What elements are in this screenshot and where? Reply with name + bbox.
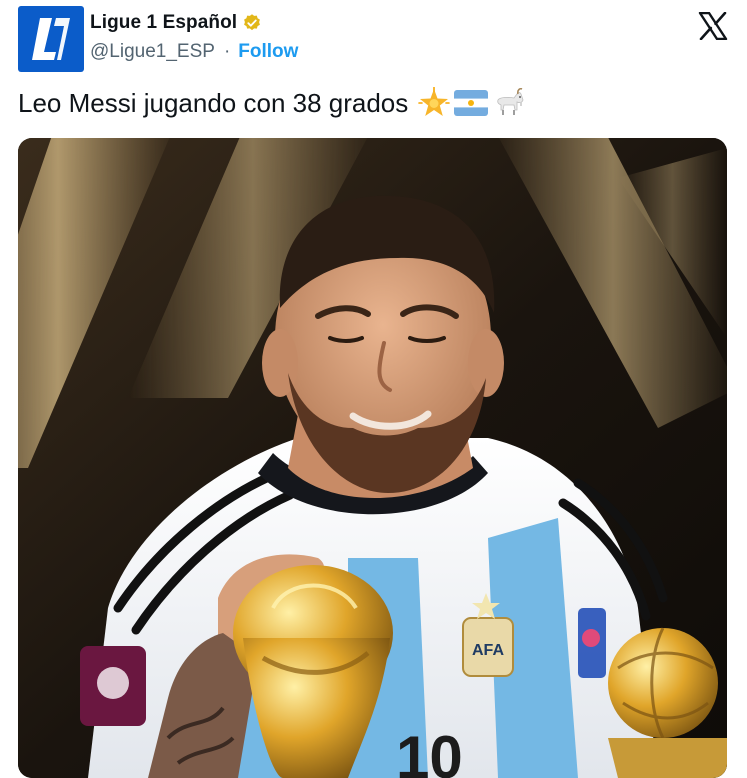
svg-text:10: 10 bbox=[396, 724, 463, 778]
separator-dot: · bbox=[223, 41, 231, 62]
avatar[interactable] bbox=[18, 6, 84, 72]
display-name[interactable]: Ligue 1 Español bbox=[90, 12, 237, 34]
verified-badge-icon bbox=[244, 14, 261, 31]
follow-button[interactable]: Follow bbox=[238, 41, 298, 63]
tweet-header: Ligue 1 Español @Ligue1_ESP · Follow bbox=[18, 6, 730, 72]
ligue1-logo-icon bbox=[32, 18, 70, 60]
user-info: Ligue 1 Español @Ligue1_ESP · Follow bbox=[90, 11, 298, 63]
tweet-media-photo[interactable]: AFA 10 bbox=[18, 138, 727, 778]
photo-messi-world-cup-trophy: AFA 10 bbox=[18, 138, 727, 778]
tweet-text: Leo Messi jugando con 38 grados bbox=[18, 87, 530, 119]
goat-emoji-icon bbox=[497, 88, 524, 115]
argentina-flag-emoji-icon bbox=[454, 90, 489, 116]
svg-text:AFA: AFA bbox=[472, 642, 504, 659]
tweet-text-content: Leo Messi jugando con 38 grados bbox=[18, 87, 409, 118]
x-logo-icon[interactable] bbox=[698, 12, 728, 40]
star-emoji-icon bbox=[418, 87, 451, 116]
tweet-emojis bbox=[418, 87, 530, 119]
account-handle[interactable]: @Ligue1_ESP bbox=[90, 41, 215, 63]
